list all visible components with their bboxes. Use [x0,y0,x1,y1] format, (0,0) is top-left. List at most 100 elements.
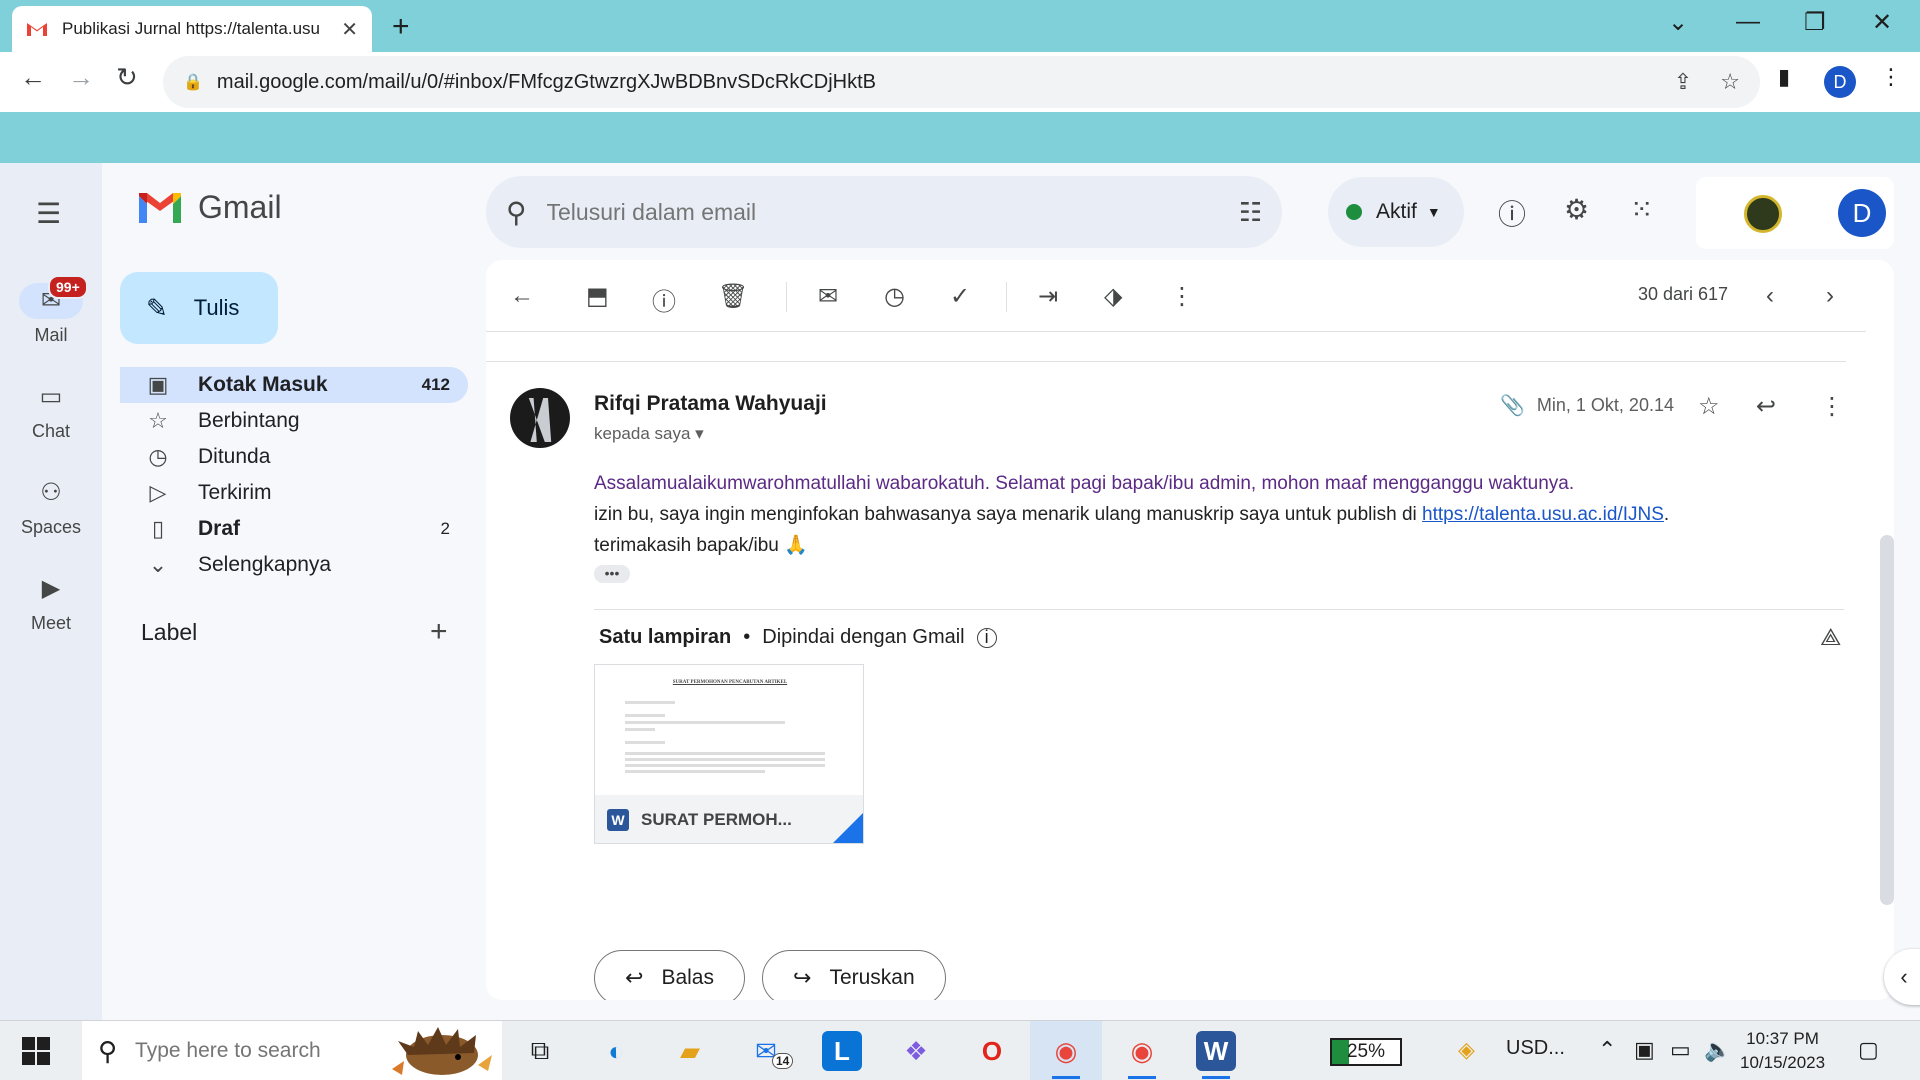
recipient-text: kepada saya [594,424,691,443]
window-close-icon[interactable]: ✕ [1872,8,1892,37]
mail-app-icon[interactable]: ✉ 14 [746,1031,794,1071]
side-panel-icon[interactable]: ▮ [1778,64,1790,90]
chrome-profile-icon[interactable]: ◉ [1122,1031,1162,1079]
clock-icon: ◷ [148,444,168,469]
copilot-icon[interactable]: ❖ [896,1031,936,1071]
tab-close-icon[interactable]: ✕ [341,17,358,42]
journal-link[interactable]: https://talenta.usu.ac.id/IJNS [1422,504,1664,525]
forward-icon[interactable]: → [68,62,94,93]
newer-chevron-icon[interactable]: ‹ [1766,282,1774,310]
browser-profile-avatar[interactable]: D [1824,66,1856,98]
attachment-card[interactable]: SURAT PERMOHONAN PENCABUTAN ARTIKEL W SU… [594,664,864,844]
task-view-icon[interactable]: ⧉ [520,1031,560,1071]
browser-tab[interactable]: Publikasi Jurnal https://talenta.usu ✕ [12,6,372,52]
currency-text[interactable]: USD... [1506,1037,1565,1060]
rail-chat[interactable]: ▭ Chat [0,379,102,442]
star-icon[interactable]: ☆ [1698,392,1720,421]
network-icon[interactable]: ▣ [1634,1037,1655,1063]
info-icon[interactable]: i [976,627,997,648]
more-options-icon[interactable]: ⋮ [1170,282,1194,311]
edge-icon[interactable]: ◐ [596,1031,636,1071]
clock-date: 10/15/2023 [1740,1053,1826,1072]
restore-icon[interactable]: ❐ [1804,8,1826,37]
opera-icon[interactable]: O [972,1031,1012,1071]
rail-meet[interactable]: ▶ Meet [0,571,102,634]
delete-icon[interactable]: 🗑 [718,282,748,311]
tab-title: Publikasi Jurnal https://talenta.usu [62,19,320,38]
older-chevron-icon[interactable]: › [1826,282,1834,310]
notifications-icon[interactable]: ▢ [1858,1037,1879,1063]
battery-tray-icon[interactable]: ▭ [1670,1037,1691,1063]
rail-spaces[interactable]: ⚇ Spaces [0,475,102,538]
minimize-icon[interactable]: — [1736,8,1760,36]
chrome-icon[interactable]: ◉ [1046,1031,1086,1079]
search-options-icon[interactable]: ☷ [1239,197,1262,228]
nav-label: Ditunda [198,445,271,468]
nav-inbox[interactable]: ▣ Kotak Masuk 412 [120,367,468,403]
lock-icon[interactable]: 🔒 [183,72,203,92]
forward-label: Teruskan [829,966,915,989]
search-input[interactable] [546,198,1147,226]
sender-avatar[interactable] [510,388,570,448]
address-bar[interactable]: 🔒 mail.google.com/mail/u/0/#inbox/FMfcgz… [163,56,1760,108]
toolbar-divider [786,282,787,312]
show-trimmed-content-button[interactable]: ••• [594,565,630,583]
volume-icon[interactable]: 🔈 [1704,1037,1731,1063]
settings-gear-icon[interactable]: ⚙ [1564,193,1589,226]
recipient-line[interactable]: kepada saya ▾ [594,424,704,444]
account-avatar[interactable]: D [1838,189,1886,237]
currency-widget-icon[interactable]: ◈ [1458,1037,1475,1063]
gmail-logo[interactable]: Gmail [136,189,282,226]
back-to-inbox-icon[interactable]: ← [510,282,534,310]
report-spam-icon[interactable]: ⓘ [652,282,676,317]
body-line: terimakasih bapak/ibu 🙏 [594,535,808,556]
taskbar-search-input[interactable] [135,1039,386,1063]
apps-grid-icon[interactable]: ⁙ [1630,193,1653,226]
status-selector[interactable]: Aktif ▼ [1328,177,1464,247]
nav-sent[interactable]: ▷ Terkirim [120,475,468,511]
organization-logo[interactable] [1744,195,1782,233]
tab-search-icon[interactable]: ⌄ [1668,8,1688,37]
pane-scrollbar[interactable] [1880,535,1894,905]
rail-mail[interactable]: ✉ 99+ Mail [0,275,102,346]
archive-icon[interactable]: ⬒ [586,282,609,311]
nav-label: Terkirim [198,481,272,504]
nav-more[interactable]: ⌄ Selengkapnya [120,547,468,583]
add-label-icon[interactable]: + [430,615,448,649]
share-icon[interactable]: ⇪ [1674,69,1692,95]
file-explorer-icon[interactable]: ▰ [670,1031,710,1071]
main-menu-icon[interactable]: ☰ [36,197,61,230]
add-task-icon[interactable]: ✓ [950,282,970,311]
l-app-icon[interactable]: L [822,1031,862,1071]
help-icon[interactable]: ⓘ [1498,193,1526,233]
system-clock[interactable]: 10:37 PM 10/15/2023 [1740,1027,1825,1075]
reply-icon[interactable]: ↩ [1756,392,1776,421]
reply-button[interactable]: ↩ Balas [594,950,745,1000]
forward-button[interactable]: ↪ Teruskan [762,950,946,1000]
sender-name[interactable]: Rifqi Pratama Wahyuaji [594,392,827,416]
snooze-icon[interactable]: ◷ [884,282,905,311]
move-to-icon[interactable]: ⇥ [1038,282,1058,311]
back-icon[interactable]: ← [20,62,46,93]
mark-unread-icon[interactable]: ✉ [818,282,838,311]
tray-chevron-up-icon[interactable]: ⌃ [1598,1037,1616,1063]
status-label: Aktif [1376,200,1417,223]
nav-snoozed[interactable]: ◷ Ditunda [120,439,468,475]
reload-icon[interactable]: ↻ [116,62,138,93]
compose-label: Tulis [193,295,240,320]
body-line: izin bu, saya ingin menginfokan bahwasan… [594,499,1669,530]
chrome-menu-icon[interactable]: ⋮ [1880,64,1902,90]
windows-start-icon[interactable] [22,1037,50,1065]
compose-button[interactable]: ✎ Tulis [120,272,278,344]
message-more-icon[interactable]: ⋮ [1820,392,1844,421]
label-icon[interactable]: ⬗ [1104,282,1122,311]
attachment-preview: SURAT PERMOHONAN PENCABUTAN ARTIKEL [595,665,863,795]
bookmark-star-icon[interactable]: ☆ [1720,69,1740,95]
nav-starred[interactable]: ☆ Berbintang [120,403,468,439]
add-to-drive-icon[interactable]: ⟁ [1820,624,1841,652]
new-tab-icon[interactable]: + [392,10,410,44]
word-icon[interactable]: W [1196,1031,1236,1079]
nav-drafts[interactable]: ▯ Draf 2 [120,511,468,547]
search-icon[interactable]: ⚲ [506,196,527,229]
battery-indicator[interactable]: 25% [1330,1038,1402,1066]
